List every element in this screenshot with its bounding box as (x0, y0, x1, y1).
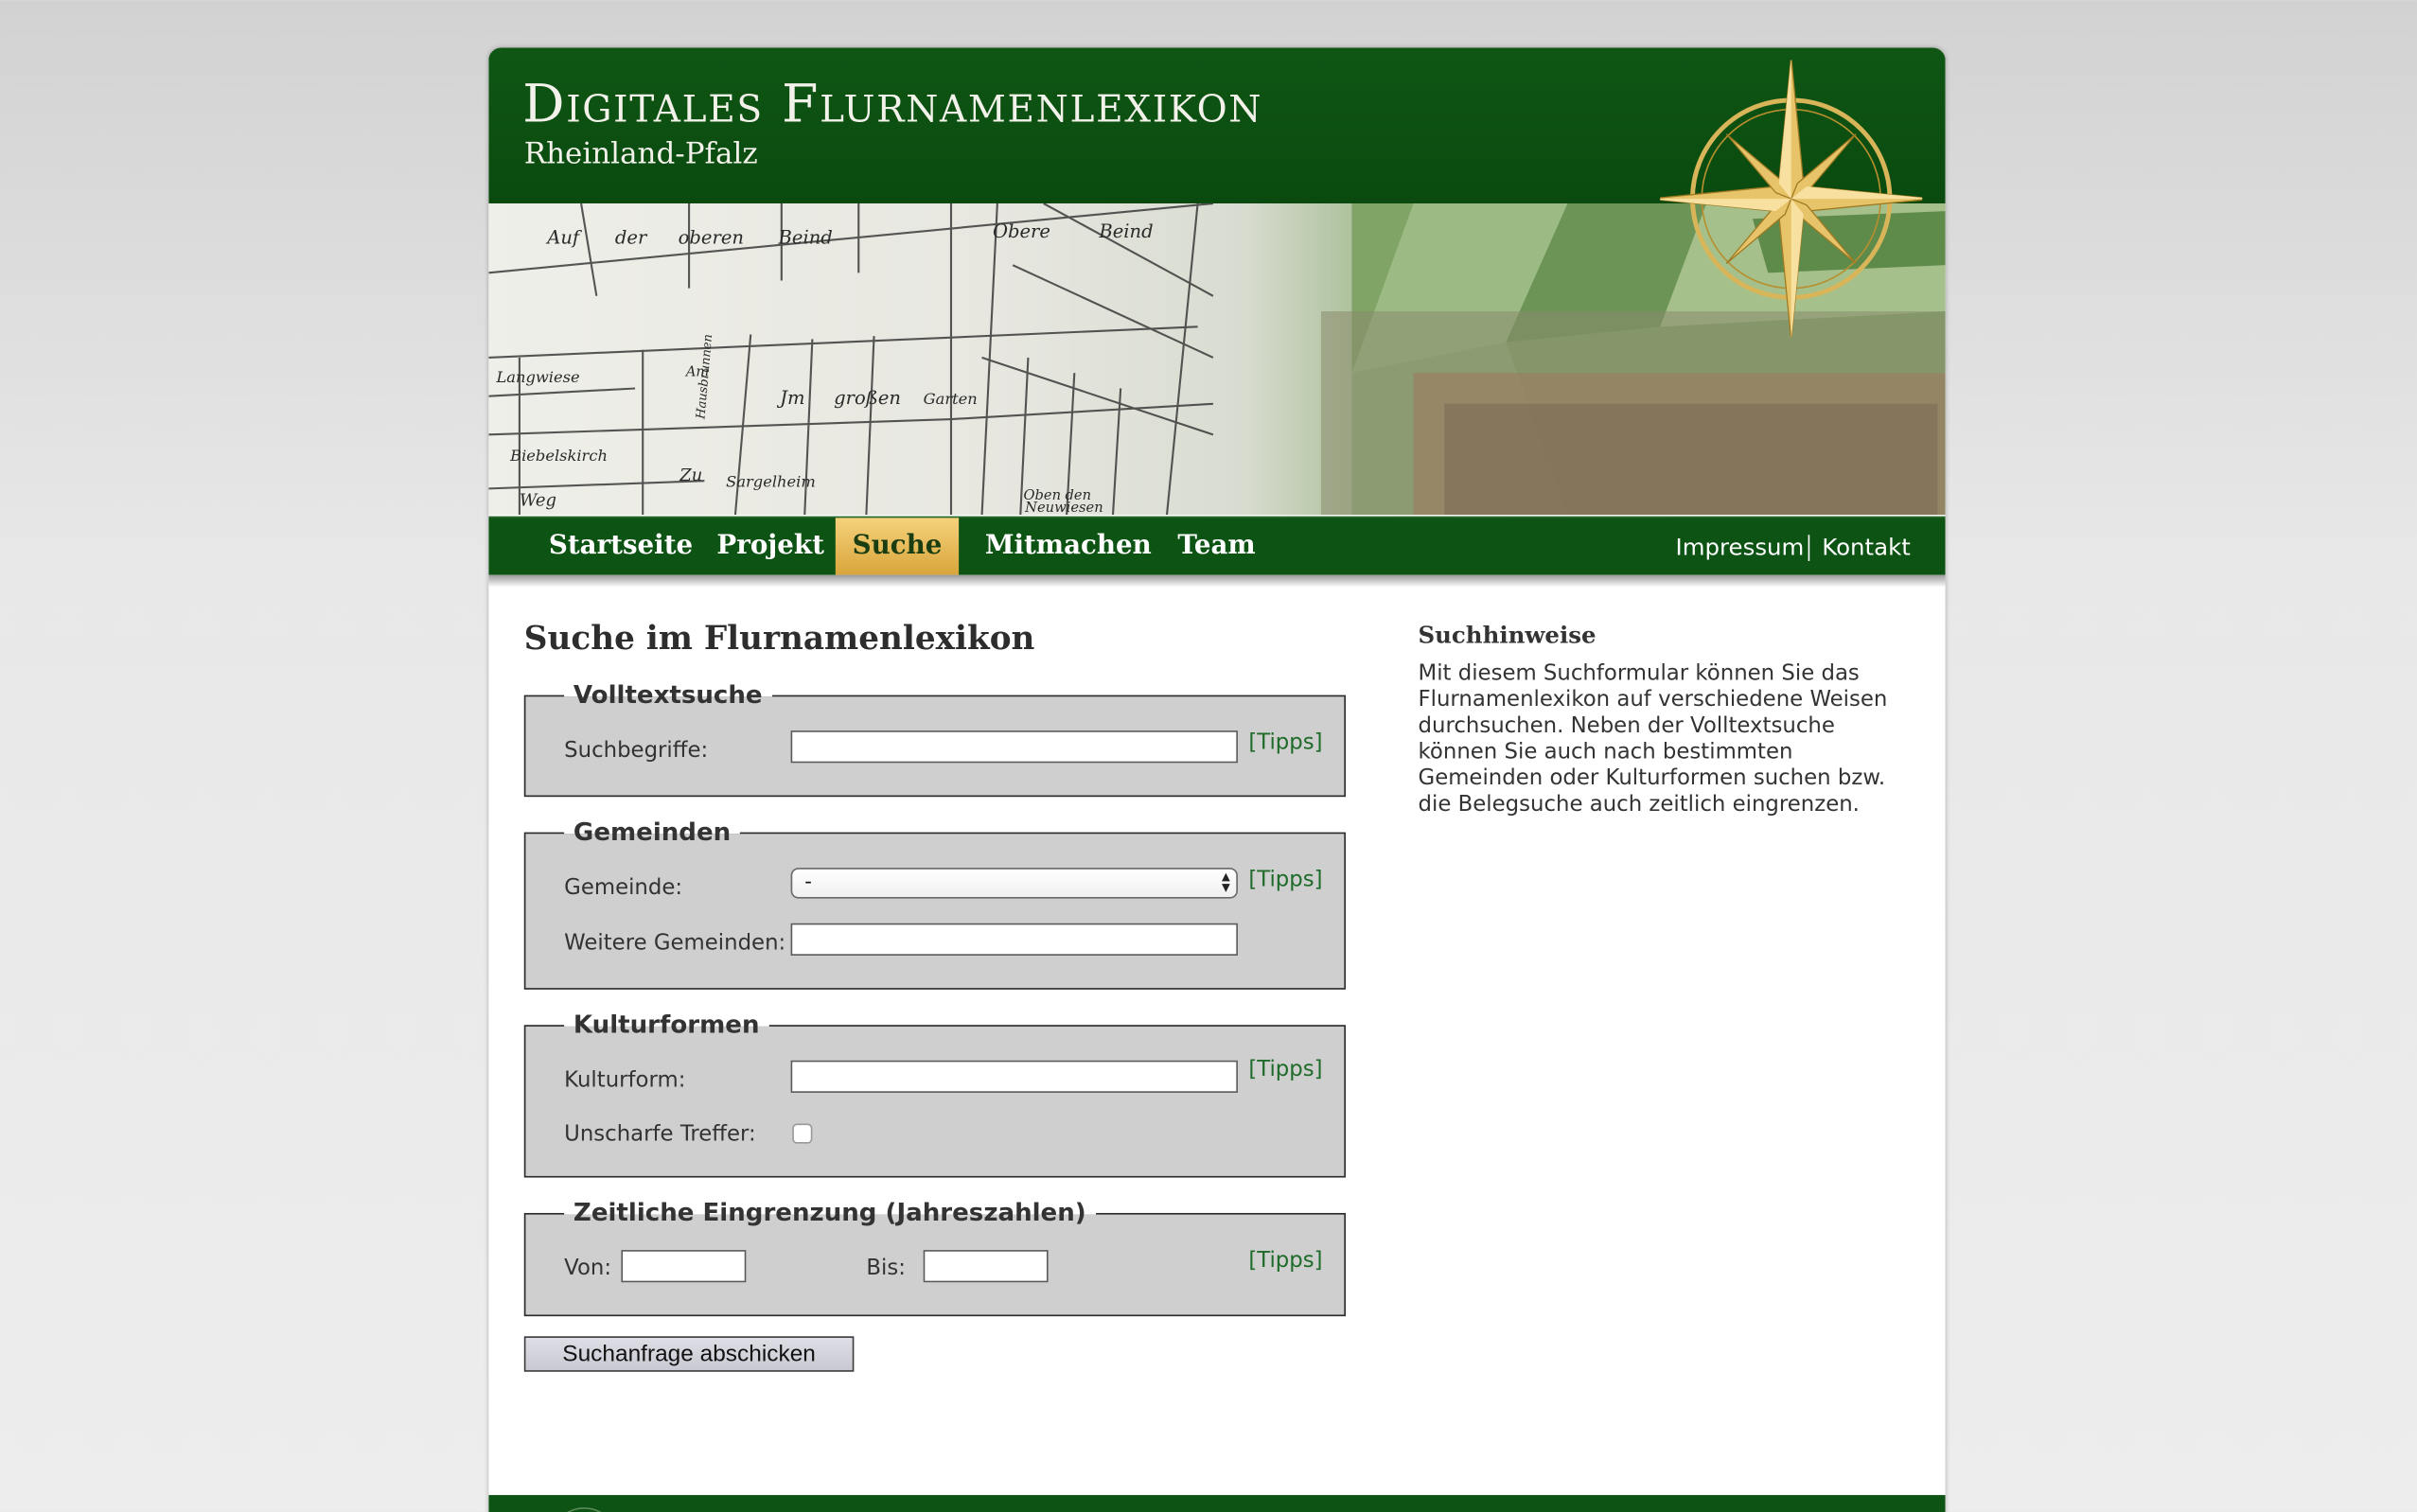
unscharfe-treffer-checkbox[interactable] (792, 1123, 813, 1144)
unscharfe-treffer-label: Unscharfe Treffer: (564, 1121, 756, 1147)
map-label: Beind (1098, 220, 1153, 242)
suchbegriffe-label: Suchbegriffe: (564, 738, 709, 764)
tipps-link-volltext[interactable]: [Tipps] (1248, 730, 1322, 755)
map-label: der (615, 226, 648, 248)
map-label: Garten (924, 390, 978, 408)
fieldset-legend: Zeitliche Eingrenzung (Jahreszahlen) (564, 1194, 1096, 1227)
fieldset-gemeinden: Gemeinden Gemeinde: - ▲ ▼ [Tipps] Weitere… (523, 814, 1346, 990)
kulturform-input[interactable] (790, 1060, 1238, 1093)
weitere-gemeinden-label: Weitere Gemeinden: (564, 930, 786, 956)
nav-divider (1808, 535, 1810, 561)
select-arrows-icon: ▲ ▼ (1222, 870, 1230, 894)
fieldset-kulturformen: Kulturformen Kulturform: [Tipps] Unschar… (523, 1006, 1346, 1178)
nav-item-mitmachen[interactable]: Mitmachen (985, 518, 1152, 574)
tipps-link-zeit[interactable]: [Tipps] (1248, 1248, 1322, 1273)
page-title: Suche im Flurnamenlexikon (523, 618, 1035, 657)
map-label: Beind (778, 226, 833, 248)
gemeinde-select-value: - (804, 870, 812, 894)
nav-link-impressum[interactable]: Impressum (1676, 518, 1805, 574)
nav-item-suche[interactable]: Suche (835, 518, 960, 575)
footer-logo (550, 1507, 619, 1512)
map-label: Hausbrunnen (694, 333, 715, 420)
tipps-link-gemeinden[interactable]: [Tipps] (1248, 868, 1322, 892)
submit-search-button[interactable]: Suchanfrage abschicken (523, 1336, 855, 1372)
compass-rose-icon (1660, 60, 1923, 338)
bis-input[interactable] (923, 1250, 1049, 1283)
tipps-link-kulturformen[interactable]: [Tipps] (1248, 1057, 1322, 1081)
page-container: Digitales Flurnamenlexikon Rheinland-Pfa… (488, 47, 1946, 1512)
sidebar-title: Suchhinweise (1418, 621, 1597, 649)
main-navigation: Startseite Projekt Suche Mitmachen Team … (488, 516, 1946, 575)
von-input[interactable] (621, 1250, 747, 1283)
nav-shadow (488, 574, 1946, 588)
map-label: Auf (545, 226, 583, 248)
sidebar-text: Mit diesem Suchformular können Sie das F… (1418, 660, 1888, 818)
nav-item-startseite[interactable]: Startseite (549, 518, 693, 574)
map-label: großen (834, 387, 901, 409)
map-label: oberen (679, 226, 744, 248)
kulturform-label: Kulturform: (564, 1067, 686, 1093)
page-stage: Digitales Flurnamenlexikon Rheinland-Pfa… (0, 0, 2417, 1512)
map-label: Neuwiesen (1024, 500, 1103, 515)
fieldset-legend: Volltextsuche (564, 677, 772, 709)
map-label: Zu (679, 466, 702, 485)
bis-label: Bis: (866, 1256, 906, 1281)
weitere-gemeinden-input[interactable] (790, 923, 1238, 956)
map-label: Weg (520, 490, 556, 510)
gemeinde-select[interactable]: - ▲ ▼ (790, 868, 1238, 899)
map-place-labels: Auf der oberen Beind Obere Beind Langwie… (495, 220, 1153, 515)
map-label: Biebelskirch (509, 447, 608, 465)
map-label: Jm (776, 387, 804, 409)
cadastral-map-lines (488, 203, 1214, 516)
von-label: Von: (564, 1256, 612, 1281)
site-footer (488, 1495, 1946, 1512)
suchbegriffe-input[interactable] (790, 730, 1238, 764)
map-label: Obere (993, 220, 1050, 242)
nav-link-kontakt[interactable]: Kontakt (1822, 518, 1911, 574)
nav-item-team[interactable]: Team (1177, 518, 1255, 574)
fieldset-zeitliche-eingrenzung: Zeitliche Eingrenzung (Jahreszahlen) Von… (523, 1194, 1346, 1317)
nav-item-projekt[interactable]: Projekt (716, 518, 824, 574)
fieldset-volltextsuche: Volltextsuche Suchbegriffe: [Tipps] (523, 677, 1346, 798)
site-title[interactable]: Digitales Flurnamenlexikon (522, 74, 1262, 135)
map-label: Sargelheim (726, 473, 816, 491)
fieldset-legend: Kulturformen (564, 1006, 769, 1039)
map-label: Langwiese (495, 368, 579, 386)
gemeinde-label: Gemeinde: (564, 875, 683, 901)
site-subtitle: Rheinland-Pfalz (523, 136, 758, 171)
fieldset-legend: Gemeinden (564, 814, 740, 846)
